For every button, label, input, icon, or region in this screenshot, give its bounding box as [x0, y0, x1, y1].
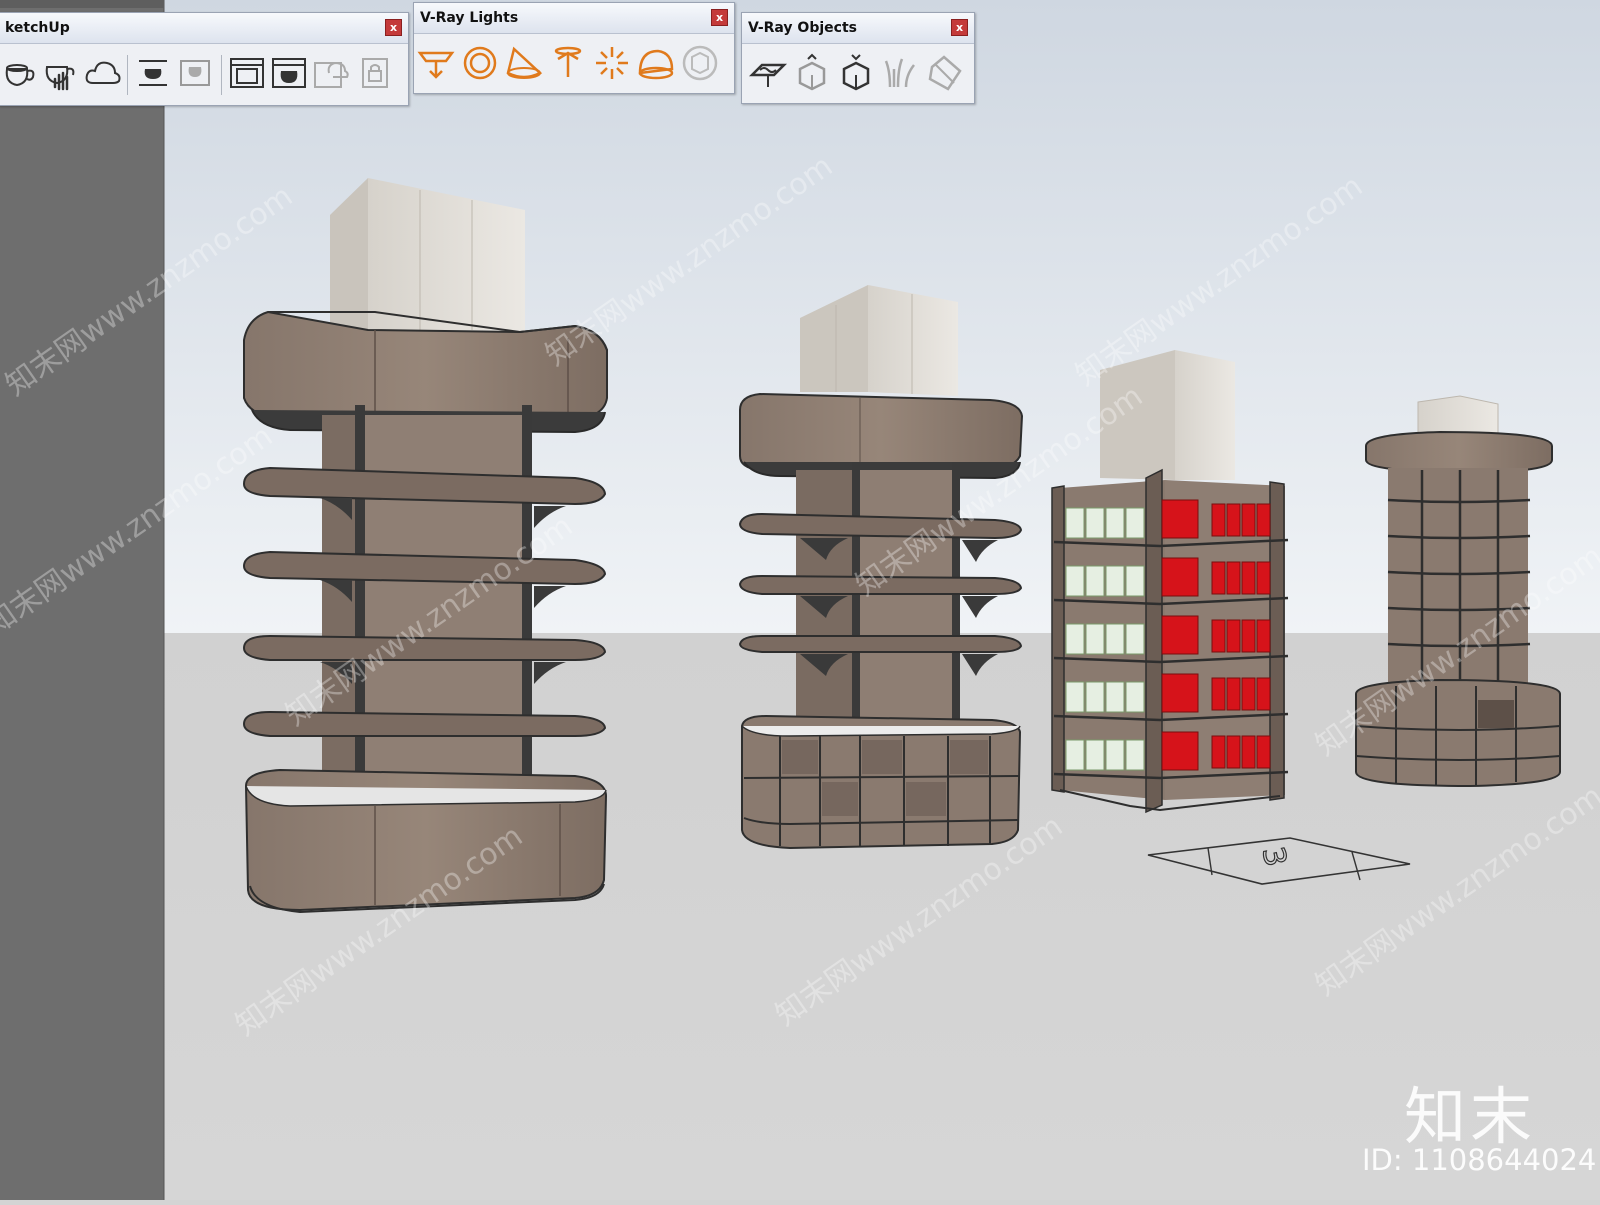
product-box	[1211, 561, 1226, 595]
product-box	[1226, 619, 1241, 653]
product-box	[1125, 565, 1145, 597]
vray-lights-toolbar[interactable]: V-Ray Lights x	[413, 2, 735, 94]
infinite-plane-icon[interactable]	[748, 53, 788, 93]
product-box	[1226, 561, 1241, 595]
product-box	[1105, 681, 1125, 713]
fur-icon[interactable]	[880, 53, 920, 93]
product-box	[1241, 735, 1256, 769]
product-box	[1085, 681, 1105, 713]
lock-icon[interactable]	[355, 53, 395, 93]
rectangle-light-icon[interactable]	[416, 43, 456, 83]
product-box	[1211, 503, 1226, 537]
batch-render-icon[interactable]	[269, 53, 309, 93]
product-box	[1085, 507, 1105, 539]
sphere-light-icon[interactable]	[460, 43, 500, 83]
product-box	[1065, 681, 1085, 713]
omni-light-icon[interactable]	[592, 43, 632, 83]
product-box	[1241, 619, 1256, 653]
product-box	[1085, 623, 1105, 655]
product-box	[1065, 565, 1085, 597]
teapot-interactive-render-icon[interactable]	[41, 53, 81, 93]
cloud-render-icon[interactable]	[83, 53, 123, 93]
render-region-icon[interactable]	[227, 53, 267, 93]
product-box	[1125, 739, 1145, 771]
teapot-render-icon[interactable]	[0, 53, 39, 93]
ies-light-icon[interactable]	[548, 43, 588, 83]
product-box	[1125, 623, 1145, 655]
product-box	[1161, 499, 1199, 539]
dome-light-icon[interactable]	[636, 43, 676, 83]
close-button[interactable]: x	[951, 19, 968, 36]
product-box	[1241, 561, 1256, 595]
product-box	[1211, 677, 1226, 711]
toolbar-title: V-Ray Objects	[748, 20, 857, 36]
product-box	[1256, 619, 1271, 653]
product-box	[1161, 673, 1199, 713]
product-box	[1085, 565, 1105, 597]
vray-objects-toolbar[interactable]: V-Ray Objects x	[741, 12, 975, 104]
product-box	[1161, 557, 1199, 597]
scene-3d[interactable]: 3	[0, 0, 1600, 1200]
product-box	[1226, 735, 1241, 769]
asset-id-label: ID: 1108644024	[1362, 1143, 1597, 1177]
left-outliner-panel[interactable]	[0, 0, 164, 1200]
product-box	[1211, 619, 1226, 653]
cloud-sync-icon[interactable]	[311, 53, 351, 93]
product-box	[1256, 677, 1271, 711]
product-box	[1256, 503, 1271, 537]
toolbar-title: V-Ray Lights	[420, 10, 519, 26]
product-box	[1065, 623, 1085, 655]
toolbar-title: ketchUp	[5, 20, 70, 36]
mesh-light-icon[interactable]	[680, 43, 720, 83]
product-box	[1161, 731, 1199, 771]
mesh-clipper-icon[interactable]	[924, 53, 964, 93]
product-box	[1211, 735, 1226, 769]
product-box	[1105, 739, 1125, 771]
export-proxy-icon[interactable]	[792, 53, 832, 93]
toolbar-title-bar[interactable]: V-Ray Lights x	[414, 3, 734, 34]
sketchup-viewport[interactable]: 3 知末网www.znzmo.com 知末网www.znzmo.com 知末网w…	[0, 0, 1600, 1200]
product-box	[1256, 735, 1271, 769]
product-box	[1105, 623, 1125, 655]
toolbar-title-bar[interactable]: ketchUp x	[0, 13, 408, 44]
render-settings-icon[interactable]	[175, 53, 215, 93]
product-box	[1161, 615, 1199, 655]
import-proxy-icon[interactable]	[836, 53, 876, 93]
close-button[interactable]: x	[385, 19, 402, 36]
product-box	[1065, 507, 1085, 539]
spot-light-icon[interactable]	[504, 43, 544, 83]
close-button[interactable]: x	[711, 9, 728, 26]
product-box	[1125, 507, 1145, 539]
toolbar-title-bar[interactable]: V-Ray Objects x	[742, 13, 974, 44]
vray-sketchup-toolbar[interactable]: ketchUp x	[0, 12, 409, 106]
product-box	[1241, 503, 1256, 537]
product-box	[1241, 677, 1256, 711]
product-box	[1105, 565, 1125, 597]
product-box	[1226, 677, 1241, 711]
frame-buffer-teapot-icon[interactable]	[133, 53, 173, 93]
product-box	[1065, 739, 1085, 771]
product-box	[1105, 507, 1125, 539]
product-box	[1125, 681, 1145, 713]
product-box	[1256, 561, 1271, 595]
product-box	[1085, 739, 1105, 771]
product-box	[1226, 503, 1241, 537]
